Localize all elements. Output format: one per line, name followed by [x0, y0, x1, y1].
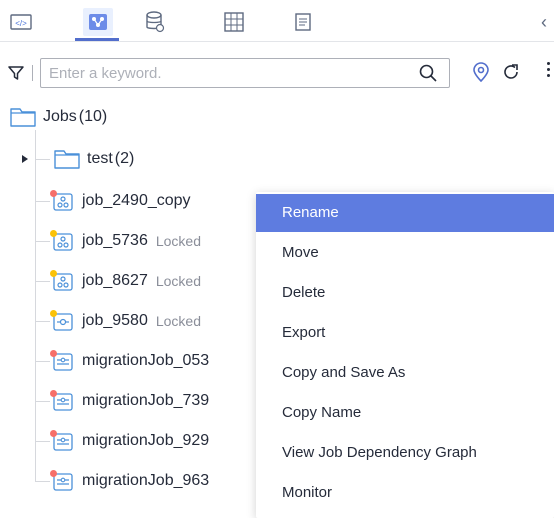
menu-item-monitor[interactable]: Monitor	[256, 474, 554, 512]
locate-icon[interactable]	[472, 62, 490, 87]
tree-node-label: Jobs	[43, 108, 77, 125]
toolbar-divider	[0, 41, 554, 42]
job-status: Locked	[155, 233, 201, 249]
document-icon[interactable]	[289, 8, 319, 36]
migration-job-icon	[50, 470, 74, 492]
realtime-job-icon	[50, 310, 74, 332]
tree-node-count: (2)	[114, 150, 135, 167]
job-status: Locked	[155, 273, 201, 289]
menu-item-move[interactable]: Move	[256, 234, 554, 272]
tree-connector	[36, 480, 50, 482]
tree-node-job[interactable]: migrationJob_053	[36, 346, 217, 376]
filter-icon[interactable]	[8, 62, 38, 84]
menu-item-copy-name[interactable]: Copy Name	[256, 394, 554, 432]
status-dot	[50, 430, 57, 437]
tree-connector	[36, 280, 50, 282]
menu-item-delete[interactable]: Delete	[256, 274, 554, 312]
code-icon[interactable]: </>	[6, 8, 36, 36]
tree-connector	[36, 200, 50, 202]
job-network-icon	[50, 270, 74, 292]
tree-node-label: test	[87, 150, 113, 167]
status-dot	[50, 190, 57, 197]
migration-job-icon	[50, 350, 74, 372]
menu-item-copy-and-save-as[interactable]: Copy and Save As	[256, 354, 554, 392]
tree-node-job[interactable]: job_8627 Locked	[36, 266, 201, 296]
folder-icon	[54, 149, 80, 169]
more-icon[interactable]	[547, 62, 551, 77]
job-name: migrationJob_929	[82, 432, 210, 449]
tree-node-job[interactable]: job_2490_copy	[36, 186, 199, 216]
tree-connector	[36, 158, 50, 160]
migration-job-icon	[50, 430, 74, 452]
job-name: job_8627	[82, 272, 148, 289]
tree-node-job[interactable]: job_5736 Locked	[36, 226, 201, 256]
tree-node-jobs-root[interactable]: Jobs (10)	[10, 102, 107, 132]
tree-connector	[36, 440, 50, 442]
folder-icon	[10, 107, 36, 127]
context-menu: Rename Move Delete Export Copy and Save …	[256, 192, 554, 518]
migration-job-icon	[50, 390, 74, 412]
tree-node-job[interactable]: job_9580 Locked	[36, 306, 201, 336]
search-icon[interactable]	[419, 64, 437, 87]
job-network-icon[interactable]	[83, 8, 113, 36]
job-network-icon	[50, 190, 74, 212]
tree-connector	[36, 320, 50, 322]
menu-item-export[interactable]: Export	[256, 314, 554, 352]
tree-node-job[interactable]: migrationJob_929	[36, 426, 217, 456]
job-name: migrationJob_963	[82, 472, 210, 489]
tree-node-count: (10)	[78, 108, 108, 125]
collapse-left-icon[interactable]: ‹	[541, 12, 547, 33]
status-dot	[50, 270, 57, 277]
job-name: migrationJob_053	[82, 352, 210, 369]
grid-icon[interactable]	[219, 8, 249, 36]
job-network-icon	[50, 230, 74, 252]
tree-node-job[interactable]: migrationJob_963	[36, 466, 217, 496]
database-icon[interactable]	[140, 8, 170, 36]
tree-connector	[36, 400, 50, 402]
job-name: migrationJob_739	[82, 392, 210, 409]
status-dot	[50, 470, 57, 477]
status-dot	[50, 390, 57, 397]
tree-node-test-folder[interactable]: test (2)	[20, 144, 134, 174]
tree-connector	[36, 240, 50, 242]
tree-connector	[36, 360, 50, 362]
status-dot	[50, 350, 57, 357]
job-name: job_2490_copy	[82, 192, 191, 209]
status-dot	[50, 230, 57, 237]
caret-right-icon[interactable]	[20, 154, 30, 164]
status-dot	[50, 310, 57, 317]
menu-item-view-job-dependency-graph[interactable]: View Job Dependency Graph	[256, 434, 554, 472]
svg-text:</>: </>	[15, 19, 27, 28]
tree-node-job[interactable]: migrationJob_739	[36, 386, 217, 416]
job-name: job_5736	[82, 232, 148, 249]
search-field[interactable]	[40, 58, 450, 88]
refresh-icon[interactable]	[502, 62, 520, 87]
job-status: Locked	[155, 313, 201, 329]
menu-item-rename[interactable]: Rename	[256, 194, 554, 232]
search-input[interactable]	[41, 64, 389, 82]
job-name: job_9580	[82, 312, 148, 329]
